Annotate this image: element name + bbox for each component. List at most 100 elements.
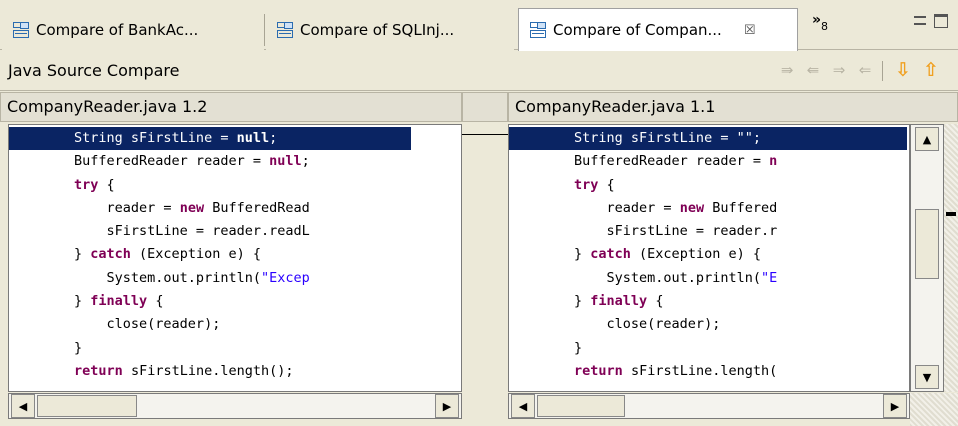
code-text: ; <box>301 153 310 170</box>
code-keyword: return <box>574 362 623 379</box>
code-line-changed: String sFirstLine = ""; <box>509 127 907 151</box>
left-horizontal-scrollbar[interactable]: ◀ ▶ <box>8 393 462 419</box>
code-line: sFirstLine = reader.r <box>509 220 909 243</box>
code-string: "Excep <box>260 269 310 286</box>
code-line: } <box>509 337 909 360</box>
center-gutter-header <box>462 92 508 122</box>
code-line: close(reader); <box>509 313 909 336</box>
scroll-thumb[interactable] <box>537 395 625 417</box>
code-line: } finally { <box>509 290 909 313</box>
copy-all-left-icon[interactable]: ⇚ <box>802 59 824 81</box>
scroll-down-icon[interactable]: ▼ <box>915 365 939 389</box>
diff-overview-ruler[interactable] <box>944 124 958 392</box>
tab-label: Compare of BankAc... <box>36 21 199 39</box>
code-text: { <box>98 176 115 193</box>
right-vertical-scrollbar[interactable]: ▲ ▼ <box>910 124 944 392</box>
copy-right-icon[interactable]: ⇒ <box>828 59 850 81</box>
code-keyword: null <box>236 130 270 146</box>
code-text: BufferedReader reader = <box>509 153 770 170</box>
tab-compare-bankaccount[interactable]: Compare of BankAc... <box>2 10 264 50</box>
scroll-thumb[interactable] <box>37 395 137 417</box>
editor-tab-bar: Compare of BankAc... Compare of SQLInj..… <box>0 0 958 51</box>
scroll-right-icon[interactable]: ▶ <box>435 394 459 418</box>
code-text: { <box>647 293 664 310</box>
code-text: String sFirstLine = <box>9 130 237 146</box>
code-keyword: new <box>679 199 705 216</box>
code-line: sFirstLine = reader.readL <box>9 220 461 243</box>
compare-icon <box>276 21 294 39</box>
right-pane-header: CompanyReader.java 1.1 <box>508 92 958 122</box>
code-text: ; <box>752 130 761 146</box>
code-line: return sFirstLine.length( <box>509 360 909 383</box>
code-text: System.out.println( <box>509 269 761 286</box>
scroll-up-icon[interactable]: ▲ <box>915 127 939 151</box>
code-keyword: new <box>179 199 205 216</box>
tab-divider <box>264 14 265 46</box>
compare-icon <box>529 21 547 39</box>
code-text: } <box>509 246 591 263</box>
code-line: System.out.println("Excep <box>9 267 461 290</box>
code-line: BufferedReader reader = n <box>509 150 909 173</box>
code-text: (Exception e) { <box>130 246 261 263</box>
code-text: reader = <box>9 199 180 216</box>
code-text: sFirstLine = reader.r <box>509 223 778 240</box>
left-code-pane[interactable]: String sFirstLine = null; BufferedReader… <box>8 124 462 392</box>
code-text: Buffered <box>704 199 778 216</box>
scroll-left-icon[interactable]: ◀ <box>11 394 35 418</box>
code-keyword: catch <box>90 246 131 263</box>
next-diff-icon[interactable]: ⇩ <box>892 59 914 81</box>
close-icon[interactable]: ☒ <box>744 23 756 38</box>
code-line: System.out.println("E <box>509 267 909 290</box>
scroll-corner <box>910 393 958 426</box>
maximize-icon[interactable] <box>934 14 948 28</box>
code-line: } catch (Exception e) { <box>509 243 909 266</box>
code-keyword: try <box>74 176 99 193</box>
tab-compare-sqlinjection[interactable]: Compare of SQLInj... <box>266 10 514 50</box>
compare-icon <box>12 21 30 39</box>
minimize-icon[interactable] <box>914 16 926 25</box>
code-text: ; <box>269 130 278 146</box>
prev-diff-icon[interactable]: ⇧ <box>920 59 942 81</box>
code-text: } <box>509 339 583 356</box>
compare-toolbar: Java Source Compare ⇛ ⇚ ⇒ ⇐ ⇩ ⇧ <box>0 51 958 91</box>
scroll-left-icon[interactable]: ◀ <box>511 394 535 418</box>
code-line: try { <box>509 174 909 197</box>
code-line: } catch (Exception e) { <box>9 243 461 266</box>
code-keyword: catch <box>590 246 631 263</box>
code-string: "" <box>736 130 753 146</box>
scroll-right-icon[interactable]: ▶ <box>883 394 907 418</box>
diff-connector-line <box>462 134 508 135</box>
code-keyword: try <box>574 176 599 193</box>
code-keyword: finally <box>590 293 648 310</box>
compare-title: Java Source Compare <box>8 61 180 80</box>
scroll-thumb[interactable] <box>915 209 939 279</box>
copy-left-icon[interactable]: ⇐ <box>854 59 876 81</box>
code-text: sFirstLine.length( <box>622 362 778 379</box>
code-text: close(reader); <box>509 316 721 333</box>
diff-overview-marker[interactable] <box>946 212 956 216</box>
code-text: sFirstLine = reader.readL <box>9 223 310 240</box>
code-text: } <box>509 293 591 310</box>
code-line: try { <box>9 174 461 197</box>
tab-label: Compare of SQLInj... <box>300 21 455 39</box>
code-line: return sFirstLine.length(); <box>9 360 461 383</box>
toolbar-divider <box>882 61 883 81</box>
code-line: reader = new Buffered <box>509 197 909 220</box>
code-keyword: finally <box>90 293 148 310</box>
code-text: { <box>147 293 164 310</box>
code-text: String sFirstLine = <box>509 130 737 146</box>
right-code-pane[interactable]: String sFirstLine = ""; BufferedReader r… <box>508 124 910 392</box>
code-line: reader = new BufferedRead <box>9 197 461 220</box>
tab-overflow-button[interactable]: »8 <box>812 12 828 33</box>
copy-all-right-icon[interactable]: ⇛ <box>776 59 798 81</box>
code-keyword: n <box>769 153 778 170</box>
status-strip <box>0 419 910 426</box>
right-horizontal-scrollbar[interactable]: ◀ ▶ <box>508 393 910 419</box>
tab-compare-companyreader[interactable]: Compare of Compan... ☒ <box>518 8 798 51</box>
code-line: } finally { <box>9 290 461 313</box>
code-keyword: return <box>74 362 123 379</box>
